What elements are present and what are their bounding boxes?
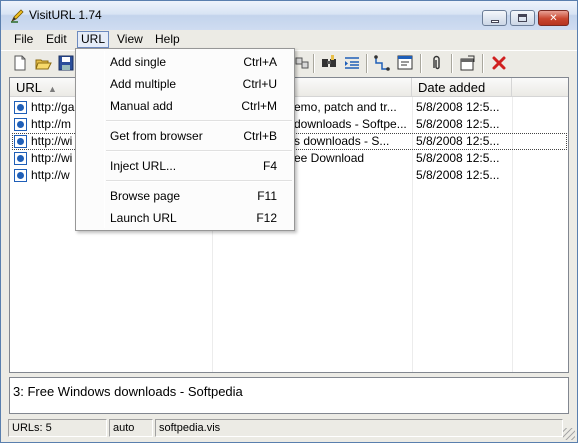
column-url-label: URL [16, 80, 43, 95]
row-date: 5/8/2008 12:5... [416, 100, 500, 114]
menu-item-get-from-browser[interactable]: Get from browser Ctrl+B [78, 126, 292, 146]
app-pencil-icon [11, 9, 24, 23]
row-date: 5/8/2008 12:5... [416, 134, 500, 148]
row-title: ee Download [294, 151, 365, 165]
maximize-icon [511, 11, 534, 25]
find-icon[interactable] [320, 54, 338, 72]
maximize-button[interactable] [510, 10, 535, 26]
url-file-icon [14, 101, 27, 114]
menu-item-shortcut: F4 [262, 159, 277, 173]
status-bar: URLs: 5 auto softpedia.vis [1, 417, 577, 442]
menu-file[interactable]: File [11, 31, 36, 48]
window-title: VisitURL 1.74 [29, 8, 102, 22]
menu-url[interactable]: URL [77, 31, 110, 48]
menu-item-label: Get from browser [110, 129, 203, 143]
url-file-icon [14, 135, 27, 148]
menu-item-label: Manual add [110, 99, 173, 113]
status-url-count: URLs: 5 [8, 419, 107, 437]
menu-item-shortcut: Ctrl+U [242, 77, 277, 91]
menu-item-shortcut: F11 [257, 189, 277, 203]
menu-item-add-multiple[interactable]: Add multiple Ctrl+U [78, 74, 292, 94]
url-file-icon [14, 118, 27, 131]
delete-icon[interactable] [490, 54, 508, 72]
open-icon[interactable] [34, 54, 52, 72]
indent-icon[interactable] [343, 54, 361, 72]
menu-separator [106, 120, 292, 122]
menu-help[interactable]: Help [152, 31, 183, 48]
sort-ascending-icon: ▲ [48, 84, 57, 94]
row-date: 5/8/2008 12:5... [416, 168, 500, 182]
menu-item-inject-url[interactable]: Inject URL... F4 [78, 156, 292, 176]
row-date: 5/8/2008 12:5... [416, 151, 500, 165]
selected-item-info: 3: Free Windows downloads - Softpedia [9, 377, 569, 414]
minimize-icon [483, 11, 506, 25]
row-date: 5/8/2008 12:5... [416, 117, 500, 131]
toolbar-separator [420, 54, 422, 73]
url-file-icon [14, 169, 27, 182]
menu-separator [106, 180, 292, 182]
menu-item-launch-url[interactable]: Launch URL F12 [78, 208, 292, 228]
menu-item-label: Browse page [110, 189, 181, 203]
row-title: downloads - Softpe... [294, 117, 407, 131]
menu-item-shortcut: Ctrl+B [243, 129, 277, 143]
url-file-icon [14, 152, 27, 165]
toolbar-separator [313, 54, 315, 73]
new-icon[interactable] [11, 54, 29, 72]
browser-icon[interactable] [396, 54, 414, 72]
menu-separator [106, 150, 292, 152]
resize-grip-icon[interactable] [563, 428, 575, 440]
visiturl-window: VisitURL 1.74 ✕ File Edit URL View Help [0, 0, 578, 443]
menu-view[interactable]: View [114, 31, 146, 48]
menu-edit[interactable]: Edit [43, 31, 70, 48]
menu-item-shortcut: Ctrl+M [241, 99, 277, 113]
selected-item-text: 3: Free Windows downloads - Softpedia [13, 384, 243, 399]
close-button[interactable]: ✕ [538, 10, 569, 26]
toolbar-separator [366, 54, 368, 73]
menu-item-browse-page[interactable]: Browse page F11 [78, 186, 292, 206]
save-icon[interactable] [57, 54, 75, 72]
menu-item-manual-add[interactable]: Manual add Ctrl+M [78, 96, 292, 116]
column-date-added[interactable]: Date added [412, 78, 512, 97]
title-bar[interactable]: VisitURL 1.74 ✕ [1, 1, 577, 30]
row-title: emo, patch and tr... [294, 100, 397, 114]
url-menu-dropdown: Add single Ctrl+A Add multiple Ctrl+U Ma… [75, 48, 295, 231]
menu-item-label: Add multiple [110, 77, 177, 91]
minimize-button[interactable] [482, 10, 507, 26]
close-icon: ✕ [549, 12, 558, 24]
toolbar-separator [451, 54, 453, 73]
link-icon[interactable] [373, 54, 391, 72]
status-filename: softpedia.vis [155, 419, 563, 437]
filter-icon[interactable] [293, 54, 311, 72]
menu-item-shortcut: Ctrl+A [243, 55, 277, 69]
menu-item-label: Launch URL [110, 211, 177, 225]
menu-bar: File Edit URL View Help [1, 30, 577, 49]
status-mode: auto [109, 419, 153, 437]
menu-item-label: Add single [110, 55, 167, 69]
row-title: s downloads - S... [294, 134, 390, 148]
menu-item-label: Inject URL... [110, 159, 177, 173]
attach-icon[interactable] [427, 54, 445, 72]
menu-item-add-single[interactable]: Add single Ctrl+A [78, 52, 292, 72]
properties-icon[interactable] [458, 54, 476, 72]
menu-item-shortcut: F12 [256, 211, 277, 225]
toolbar-separator [482, 54, 484, 73]
